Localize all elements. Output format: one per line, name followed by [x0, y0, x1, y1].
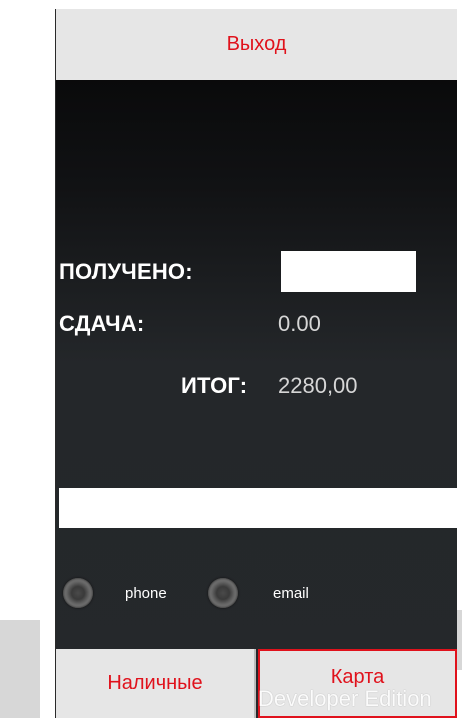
contact-input[interactable]	[59, 488, 457, 528]
exit-button[interactable]: Выход	[56, 9, 457, 80]
phone-radio[interactable]	[63, 578, 93, 608]
email-radio-label: email	[273, 585, 309, 602]
app-window: Выход ПОЛУЧЕНО: СДАЧА: 0.00 ИТОГ: 2280,0…	[55, 9, 457, 718]
received-input[interactable]	[281, 251, 416, 292]
change-value: 0.00	[278, 311, 321, 336]
email-radio[interactable]	[208, 578, 238, 608]
total-value: 2280,00	[278, 373, 358, 398]
phone-radio-label: phone	[125, 585, 167, 602]
card-button[interactable]: Карта	[258, 649, 457, 718]
card-button-label: Карта	[330, 666, 385, 688]
received-label: ПОЛУЧЕНО:	[59, 259, 193, 284]
screen: Выход ПОЛУЧЕНО: СДАЧА: 0.00 ИТОГ: 2280,0…	[0, 0, 462, 718]
cash-button-label: Наличные	[107, 672, 203, 694]
watermark-shape-left	[0, 620, 40, 718]
change-label: СДАЧА:	[59, 311, 145, 336]
total-label: ИТОГ:	[181, 373, 248, 398]
exit-button-label: Выход	[226, 33, 287, 55]
cash-button[interactable]: Наличные	[56, 649, 256, 718]
